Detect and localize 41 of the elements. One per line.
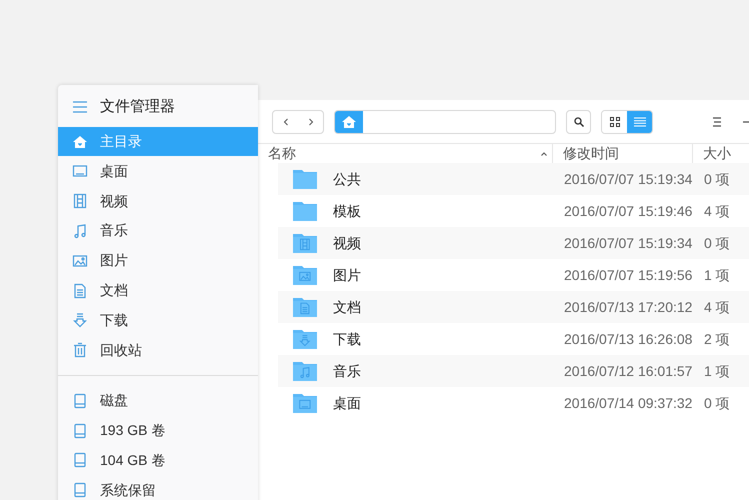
sidebar-item[interactable]: 视频 [58, 186, 258, 216]
item-count: 0 项 [703, 234, 730, 252]
modified-time: 2016/07/13 16:26:08 [563, 330, 693, 348]
modified-time: 2016/07/14 09:37:32 [563, 394, 693, 412]
modified-time: 2016/07/13 17:20:12 [563, 298, 693, 316]
modified-time: 2016/07/07 15:19:56 [563, 266, 693, 284]
file-name: 图片 [333, 266, 361, 284]
sidebar-item[interactable]: 磁盘 [58, 386, 258, 416]
modified-time: 2016/07/07 15:19:46 [563, 202, 693, 220]
item-count: 2 项 [703, 330, 730, 348]
file-row[interactable]: 文档 2016/07/13 17:20:12 4 项 [278, 291, 749, 323]
item-count: 4 项 [703, 298, 730, 316]
item-count: 1 项 [703, 266, 730, 284]
file-name: 下载 [333, 330, 361, 348]
sidebar-item[interactable]: 桌面 [58, 156, 258, 186]
sidebar-item[interactable]: 104 GB 卷 [58, 446, 258, 476]
sidebar-item[interactable]: 回收站 [58, 335, 258, 365]
sidebar-item[interactable]: 193 GB 卷 [58, 416, 258, 446]
sidebar-item[interactable]: 下载 [58, 305, 258, 336]
sidebar-item[interactable]: 图片 [58, 246, 258, 276]
file-name: 文档 [333, 298, 361, 316]
modified-time: 2016/07/12 16:01:57 [563, 362, 693, 380]
item-count: 4 项 [703, 202, 730, 220]
file-row[interactable]: 音乐 2016/07/12 16:01:57 1 项 [278, 355, 749, 387]
sidebar-item[interactable]: 系统保留 [58, 475, 258, 500]
modified-time: 2016/07/07 15:19:34 [563, 234, 693, 252]
file-name: 模板 [333, 202, 361, 220]
item-count: 0 项 [703, 394, 730, 412]
modified-time: 2016/07/07 15:19:34 [563, 170, 693, 188]
item-count: 1 项 [703, 362, 730, 380]
column-header[interactable]: 大小 [693, 144, 749, 163]
file-name: 视频 [333, 234, 361, 252]
file-name: 桌面 [333, 394, 361, 412]
file-name: 音乐 [333, 362, 361, 380]
sidebar-item[interactable]: 文档 [58, 276, 258, 306]
file-row[interactable]: 公共 2016/07/07 15:19:34 0 项 [278, 163, 749, 195]
file-row[interactable]: 视频 2016/07/07 15:19:34 0 项 [278, 227, 749, 259]
item-count: 0 项 [703, 170, 730, 188]
app-title: 文件管理器 [100, 96, 175, 117]
sidebar-item[interactable]: 音乐 [58, 216, 258, 246]
file-name: 公共 [333, 170, 361, 188]
